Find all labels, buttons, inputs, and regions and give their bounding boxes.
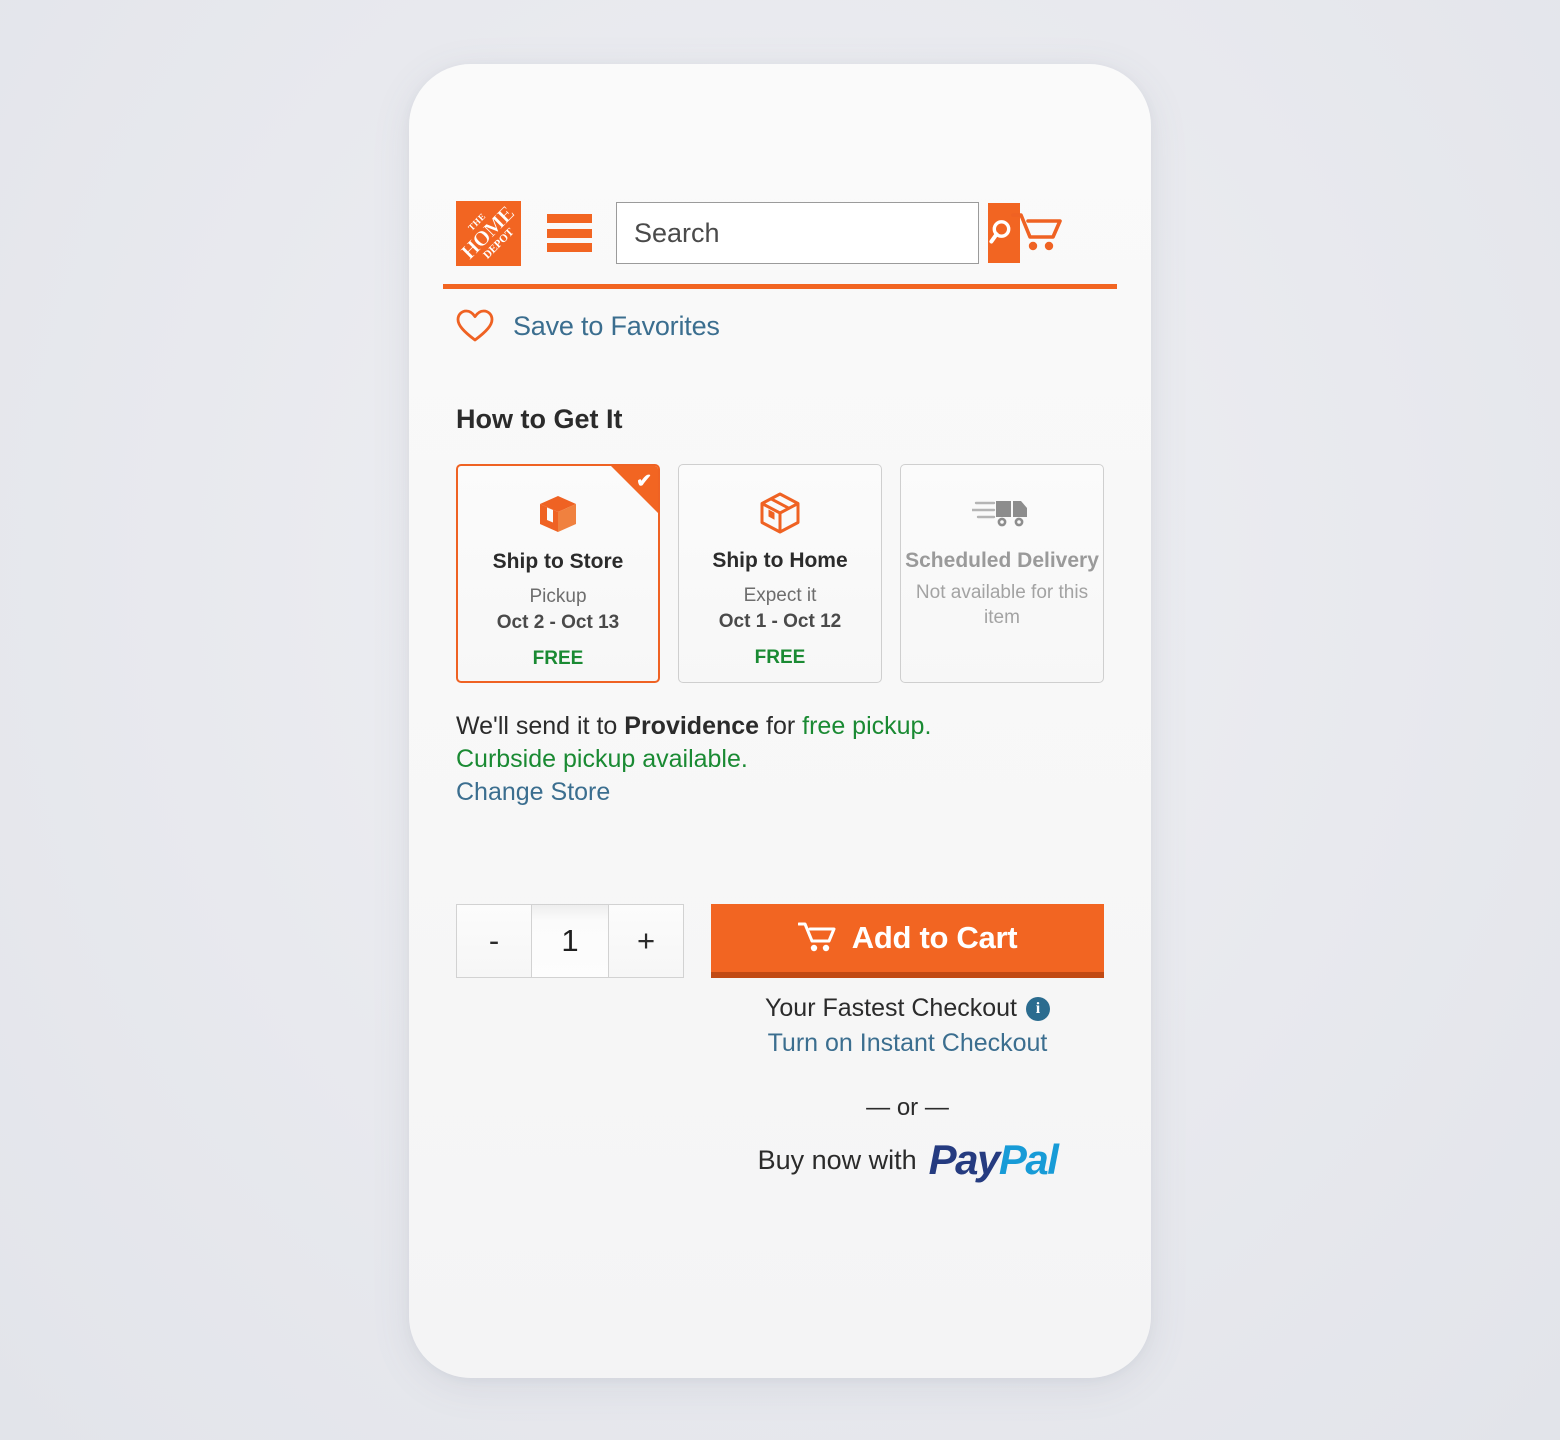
- option-price: FREE: [754, 646, 806, 668]
- logo-inner: THE HOME DEPOT: [456, 201, 521, 266]
- paypal-logo: PayPal: [928, 1136, 1059, 1183]
- delivery-truck-icon: [972, 489, 1032, 537]
- quantity-increment-button[interactable]: +: [608, 904, 684, 978]
- add-to-cart-label: Add to Cart: [851, 920, 1018, 955]
- checkout-section: Your Fastest Checkout i Turn on Instant …: [711, 994, 1104, 1058]
- option-dates: Oct 2 - Oct 13: [496, 611, 620, 633]
- save-to-favorites-label: Save to Favorites: [513, 310, 720, 341]
- cart-icon: [797, 922, 836, 952]
- fastest-checkout-row: Your Fastest Checkout i: [711, 994, 1104, 1023]
- curbside-pickup-text: Curbside pickup available.: [456, 745, 748, 773]
- option-title: Scheduled Delivery: [905, 549, 1099, 572]
- fulfillment-option-ship-to-home[interactable]: Ship to Home Expect it Oct 1 - Oct 12 FR…: [678, 464, 882, 683]
- phone-frame: THE HOME DEPOT Search Save to Favorites …: [409, 64, 1151, 1378]
- info-icon[interactable]: i: [1026, 996, 1050, 1021]
- fulfillment-option-ship-to-store[interactable]: ✔ Ship to Store Pickup Oct 2 - Oct 13 FR…: [456, 464, 660, 683]
- fulfillment-options: ✔ Ship to Store Pickup Oct 2 - Oct 13 FR…: [456, 464, 1104, 683]
- closed-box-icon: [756, 489, 804, 537]
- app-header: THE HOME DEPOT: [456, 188, 1104, 278]
- cart-button[interactable]: [1011, 210, 1065, 256]
- check-icon: ✔: [636, 471, 652, 492]
- quantity-decrement-button[interactable]: -: [456, 904, 532, 978]
- paypal-pay-text: Pay: [928, 1136, 1001, 1183]
- store-prefix-text: We'll send it to: [456, 712, 618, 740]
- fastest-checkout-label: Your Fastest Checkout: [765, 994, 1017, 1022]
- how-to-get-it-title: How to Get It: [456, 404, 623, 434]
- hamburger-bar: [547, 243, 592, 252]
- instant-checkout-link[interactable]: Turn on Instant Checkout: [711, 1029, 1104, 1058]
- store-pickup-line: We'll send it to Providence for free pic…: [456, 710, 931, 743]
- fulfillment-option-scheduled-delivery: Scheduled Delivery Not available for thi…: [900, 464, 1104, 683]
- paypal-pal-text: Pal: [998, 1136, 1059, 1183]
- app-screen: THE HOME DEPOT Search Save to Favorites …: [409, 64, 1151, 1378]
- option-unavailable-note: Not available for this item: [915, 582, 1089, 628]
- search-bar: [616, 202, 1020, 264]
- option-title: Ship to Home: [712, 549, 848, 572]
- save-to-favorites-button[interactable]: Save to Favorites: [456, 309, 720, 343]
- paypal-buy-now-button[interactable]: Buy now with PayPal: [711, 1139, 1104, 1181]
- change-store-link[interactable]: Change Store: [456, 776, 931, 809]
- store-name: Providence: [624, 712, 760, 740]
- option-title: Ship to Store: [492, 550, 624, 573]
- option-dates: Oct 1 - Oct 12: [718, 610, 842, 632]
- quantity-stepper: - 1 +: [456, 904, 684, 978]
- header-divider: [443, 284, 1117, 289]
- option-subtitle: Expect it: [743, 585, 817, 606]
- heart-icon: [456, 309, 494, 342]
- free-pickup-text: free pickup.: [802, 712, 932, 740]
- add-to-cart-button[interactable]: Add to Cart: [711, 904, 1104, 978]
- store-mid-text: for: [766, 712, 796, 740]
- hamburger-menu-icon[interactable]: [547, 214, 592, 252]
- paypal-prefix-label: Buy now with: [757, 1144, 917, 1175]
- or-divider: — or —: [866, 1094, 949, 1121]
- search-input[interactable]: [617, 203, 988, 263]
- open-box-icon: [534, 490, 582, 538]
- home-depot-logo[interactable]: THE HOME DEPOT: [456, 200, 521, 266]
- shopping-cart-icon: [1011, 213, 1062, 251]
- option-subtitle: Pickup: [529, 586, 587, 607]
- option-price: FREE: [532, 647, 584, 669]
- quantity-value[interactable]: 1: [532, 904, 608, 978]
- hamburger-bar: [547, 214, 592, 223]
- store-pickup-info: We'll send it to Providence for free pic…: [456, 710, 931, 809]
- hamburger-bar: [547, 228, 592, 238]
